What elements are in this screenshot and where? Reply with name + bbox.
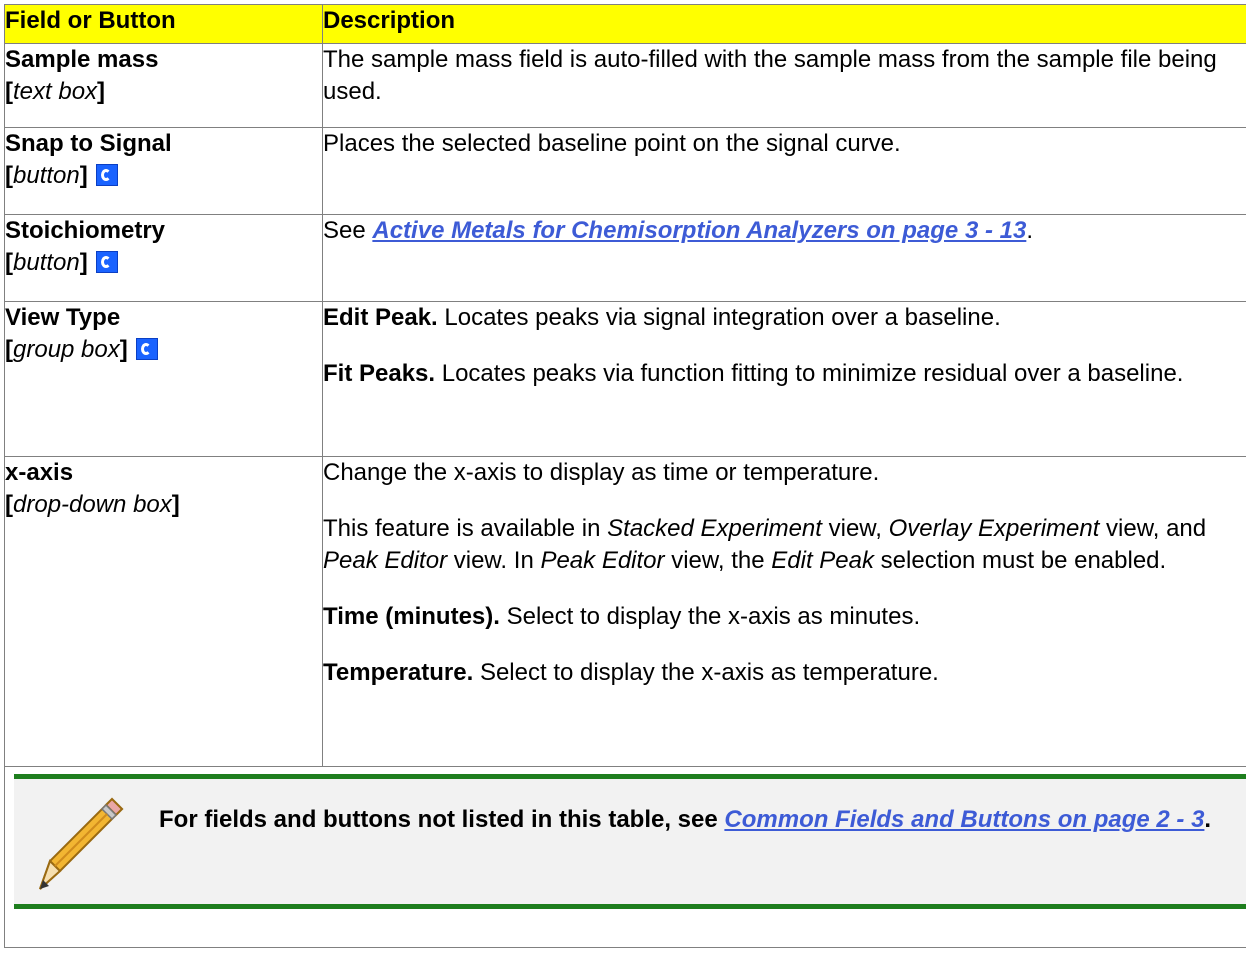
x-axis-intro-text: Change the x-axis to display as time or … <box>323 459 880 486</box>
field-name-cell: x-axis [drop-down box] <box>4 456 323 767</box>
description-cell: See Active Metals for Chemisorption Anal… <box>322 214 1246 302</box>
fit-peaks-text: Fit Peaks. Locates peaks via function fi… <box>323 360 1184 387</box>
temperature-text: Temperature. Select to display the x-axi… <box>323 659 939 686</box>
note-cell: For fields and buttons not listed in thi… <box>4 766 1246 948</box>
description-text: Places the selected baseline point on th… <box>323 130 901 157</box>
note-box: For fields and buttons not listed in thi… <box>14 774 1246 909</box>
active-metals-link[interactable]: Active Metals for Chemisorption Analyzer… <box>372 217 1026 244</box>
field-type: [drop-down box] <box>5 491 180 518</box>
field-name-cell: View Type [group box] <box>4 301 323 457</box>
table-header-row: Field or Button Description <box>4 4 1246 44</box>
description-cell: Places the selected baseline point on th… <box>322 127 1246 215</box>
field-name: Snap to Signal <box>5 130 172 157</box>
c-icon <box>95 164 118 186</box>
table-row: Stoichiometry [button] See Active Metals… <box>4 214 1246 302</box>
table-row: Sample mass [text box] The sample mass f… <box>4 43 1246 128</box>
pencil-icon <box>39 797 124 890</box>
table-row: Snap to Signal [button] Places the selec… <box>4 127 1246 215</box>
note-row: For fields and buttons not listed in thi… <box>4 766 1246 948</box>
header-field-or-button: Field or Button <box>4 4 323 44</box>
x-axis-availability-text: This feature is available in Stacked Exp… <box>323 515 1207 574</box>
field-type: [group box] <box>5 334 322 366</box>
c-icon <box>95 251 118 273</box>
field-name-cell: Snap to Signal [button] <box>4 127 323 215</box>
field-name: Sample mass <box>5 46 159 73</box>
note-text: For fields and buttons not listed in thi… <box>159 806 1212 833</box>
reference-table-page: Field or Button Description Sample mass … <box>4 4 1246 955</box>
edit-peak-text: Edit Peak. Locates peaks via signal inte… <box>323 304 1001 331</box>
field-type: [button] <box>5 247 322 279</box>
table-row: x-axis [drop-down box] Change the x-axis… <box>4 456 1246 767</box>
description-cell: Change the x-axis to display as time or … <box>322 456 1246 767</box>
description-cell: The sample mass field is auto-filled wit… <box>322 43 1246 128</box>
field-type: [button] <box>5 160 322 192</box>
fields-buttons-table: Field or Button Description Sample mass … <box>4 4 1246 948</box>
field-type: [text box] <box>5 78 106 105</box>
description-text: The sample mass field is auto-filled wit… <box>323 46 1217 105</box>
description-text: See Active Metals for Chemisorption Anal… <box>323 217 1033 244</box>
field-name-cell: Sample mass [text box] <box>4 43 323 128</box>
header-description: Description <box>322 4 1246 44</box>
c-icon <box>135 338 158 360</box>
field-name-cell: Stoichiometry [button] <box>4 214 323 302</box>
field-name: x-axis <box>5 459 74 486</box>
common-fields-link[interactable]: Common Fields and Buttons on page 2 - 3 <box>724 806 1204 833</box>
field-name: View Type <box>5 304 121 331</box>
field-name: Stoichiometry <box>5 217 166 244</box>
table-row: View Type [group box] Edit Peak. Locates… <box>4 301 1246 457</box>
description-cell: Edit Peak. Locates peaks via signal inte… <box>322 301 1246 457</box>
time-minutes-text: Time (minutes). Select to display the x-… <box>323 603 921 630</box>
